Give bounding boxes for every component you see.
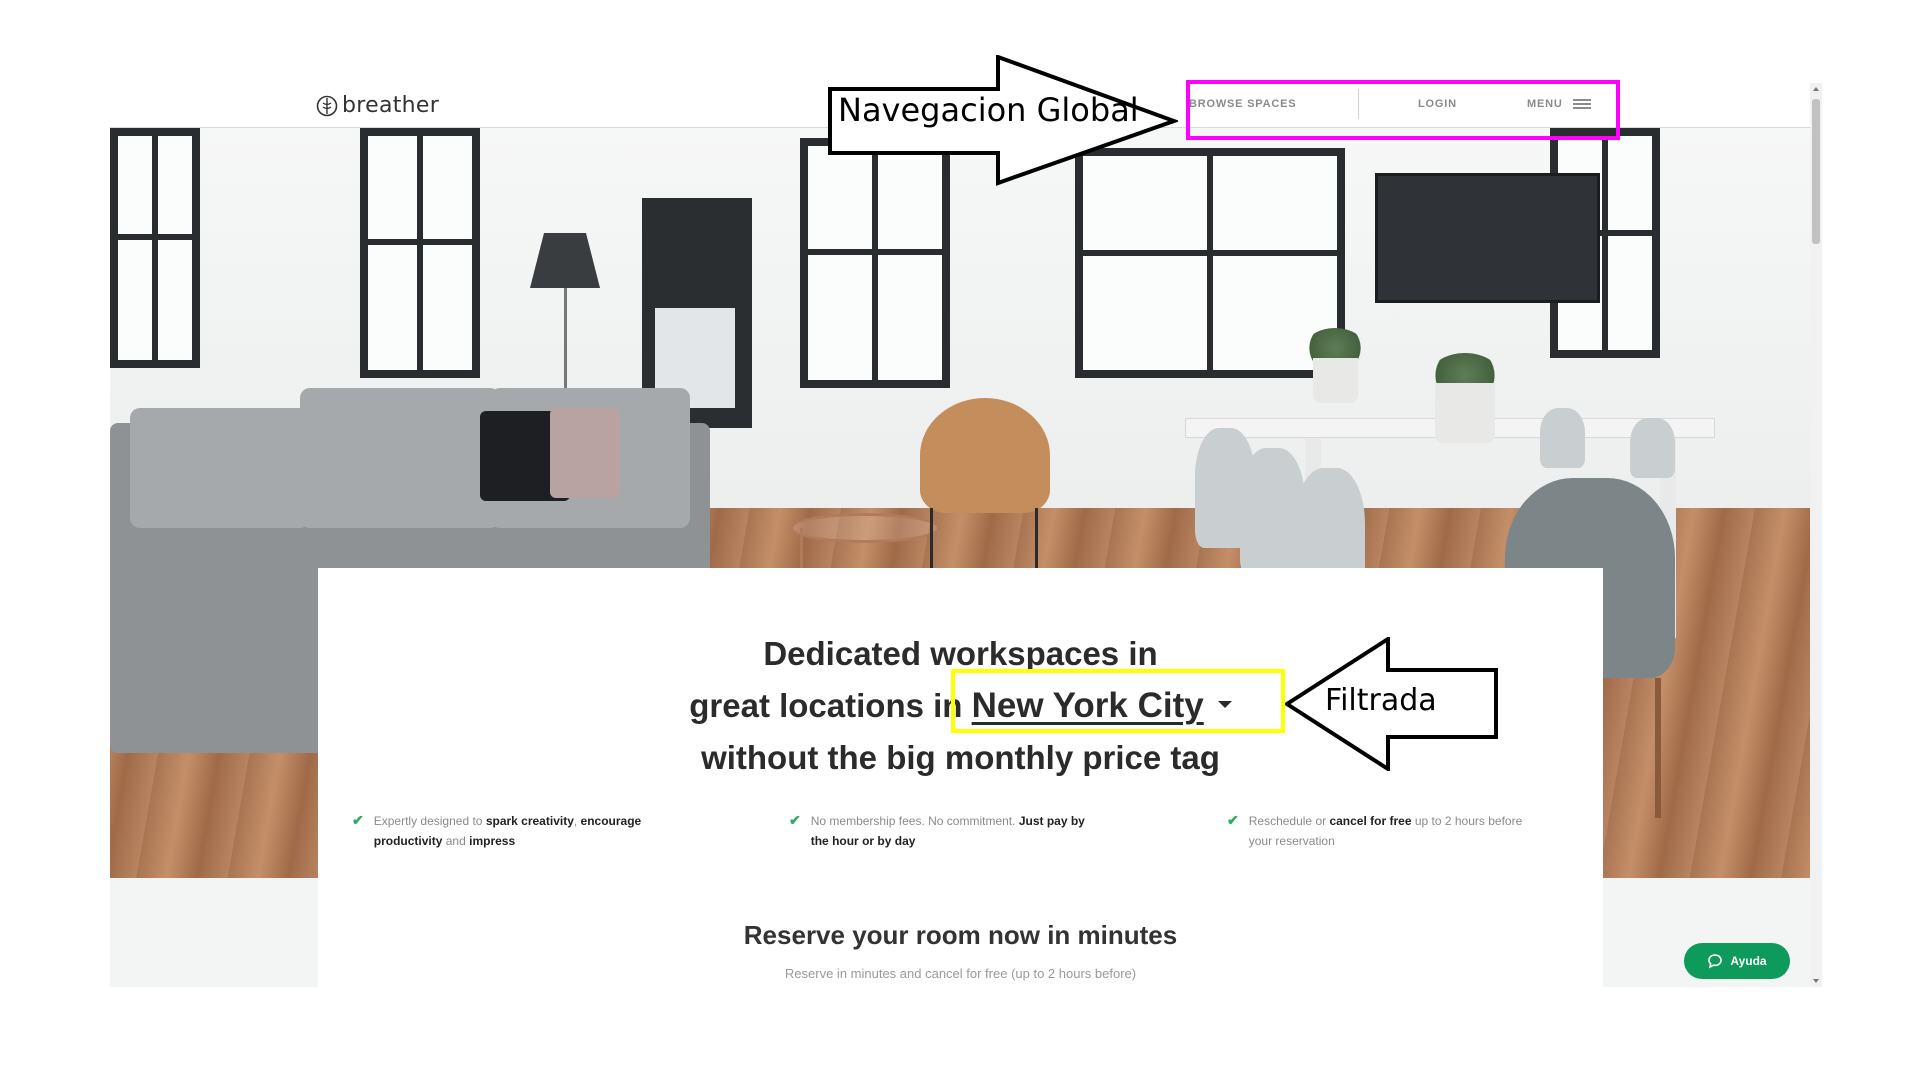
webpage-viewport: breather BROWSE SPACES LOGIN MENU Dedica… [110, 83, 1822, 987]
help-chat-label: Ayuda [1730, 954, 1767, 968]
check-icon: ✔ [789, 812, 801, 828]
feature-list: ✔ Expertly designed to spark creativity,… [352, 811, 1572, 856]
breather-logo-icon [316, 95, 338, 116]
check-icon: ✔ [352, 812, 364, 828]
hero-card: Dedicated workspaces in great locations … [318, 568, 1603, 987]
reserve-subtitle: Reserve in minutes and cancel for free (… [784, 966, 1137, 981]
feature-item: ✔ No membership fees. No commitment. Jus… [789, 811, 1089, 851]
feature-text: Expertly designed to spark creativity, e… [373, 814, 642, 848]
feature-text: No membership fees. No commitment. Just … [810, 814, 1085, 848]
headline-line-2-prefix: great locations in [689, 687, 963, 724]
check-icon: ✔ [1227, 812, 1239, 828]
annotation-label-global-navigation: Navegacion Global [838, 91, 1139, 129]
feature-text: Reschedule or cancel for free up to 2 ho… [1248, 814, 1523, 848]
feature-item: ✔ Reschedule or cancel for free up to 2 … [1227, 811, 1527, 851]
chat-bubble-icon [1708, 954, 1723, 969]
annotation-box-filter [951, 669, 1285, 733]
scroll-up-arrow-icon[interactable] [1813, 87, 1819, 91]
feature-item: ✔ Expertly designed to spark creativity,… [352, 811, 652, 851]
reserve-title: Reserve your room now in minutes [743, 920, 1178, 950]
annotation-box-global-navigation [1186, 80, 1620, 140]
scroll-thumb[interactable] [1812, 99, 1820, 244]
breather-logo[interactable]: breather [316, 93, 439, 118]
help-chat-button[interactable]: Ayuda [1684, 943, 1790, 979]
scroll-down-arrow-icon[interactable] [1813, 979, 1819, 983]
logo-text: breather [342, 93, 440, 118]
annotation-label-filter: Filtrada [1325, 683, 1437, 718]
page-scrollbar[interactable] [1810, 83, 1822, 987]
